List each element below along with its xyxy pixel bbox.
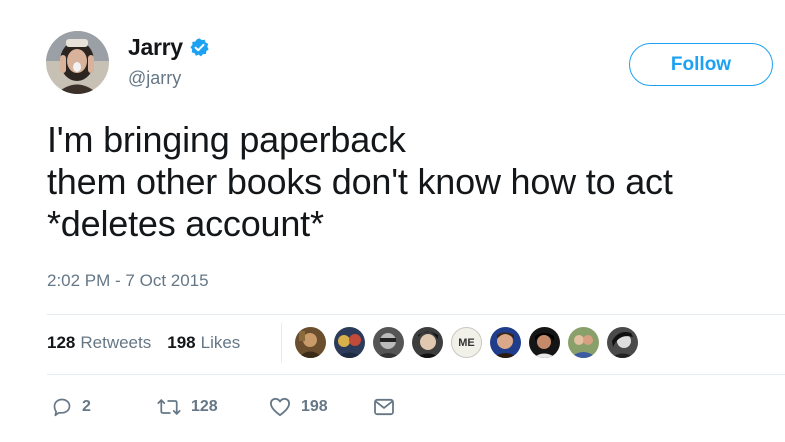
display-name[interactable]: Jarry	[128, 34, 183, 61]
liker-avatar[interactable]	[529, 327, 560, 358]
envelope-icon	[373, 398, 395, 416]
user-handle[interactable]: @jarry	[128, 68, 181, 89]
retweets-label: Retweets	[80, 333, 152, 352]
likes-label: Likes	[200, 333, 241, 352]
likes-stat[interactable]: 198 Likes	[167, 333, 240, 353]
liker-avatar[interactable]	[295, 327, 326, 358]
tweet-text-line: *deletes account*	[47, 203, 324, 244]
tweet-text: I'm bringing paperback them other books …	[47, 119, 673, 245]
reply-button[interactable]: 2	[52, 397, 157, 417]
liker-avatar[interactable]	[568, 327, 599, 358]
liker-avatar[interactable]	[334, 327, 365, 358]
tweet-card: Jarry @jarry Follow I'm bringing paperba…	[0, 0, 785, 442]
retweet-count: 128	[191, 398, 218, 415]
tweet-text-line: I'm bringing paperback	[47, 119, 406, 160]
divider	[47, 374, 785, 375]
tweet-stats: 128 Retweets 198 Likes	[47, 333, 256, 353]
retweets-stat[interactable]: 128 Retweets	[47, 333, 151, 353]
liker-avatars: ME	[295, 327, 646, 358]
avatar[interactable]	[46, 31, 109, 94]
likes-count: 198	[167, 333, 196, 352]
tweet-timestamp[interactable]: 2:02 PM - 7 Oct 2015	[47, 271, 209, 291]
reply-icon	[52, 397, 72, 417]
tweet-actions: 2 128 198	[52, 397, 395, 417]
retweet-button[interactable]: 128	[157, 397, 269, 417]
liker-avatar-me[interactable]: ME	[451, 327, 482, 358]
follow-button[interactable]: Follow	[629, 43, 773, 86]
retweet-icon	[157, 397, 181, 417]
verified-badge-icon	[189, 37, 210, 58]
liker-avatar[interactable]	[607, 327, 638, 358]
tweet-text-line: them other books don't know how to act	[47, 161, 673, 202]
like-button[interactable]: 198	[269, 397, 373, 417]
divider	[47, 314, 785, 315]
reply-count: 2	[82, 398, 91, 415]
user-name-row[interactable]: Jarry	[128, 34, 210, 61]
stats-separator	[281, 323, 282, 363]
direct-message-button[interactable]	[373, 398, 395, 416]
liker-avatar[interactable]	[373, 327, 404, 358]
liker-avatar[interactable]	[412, 327, 443, 358]
liker-avatar[interactable]	[490, 327, 521, 358]
like-count: 198	[301, 398, 328, 415]
heart-icon	[269, 397, 291, 417]
retweets-count: 128	[47, 333, 76, 352]
